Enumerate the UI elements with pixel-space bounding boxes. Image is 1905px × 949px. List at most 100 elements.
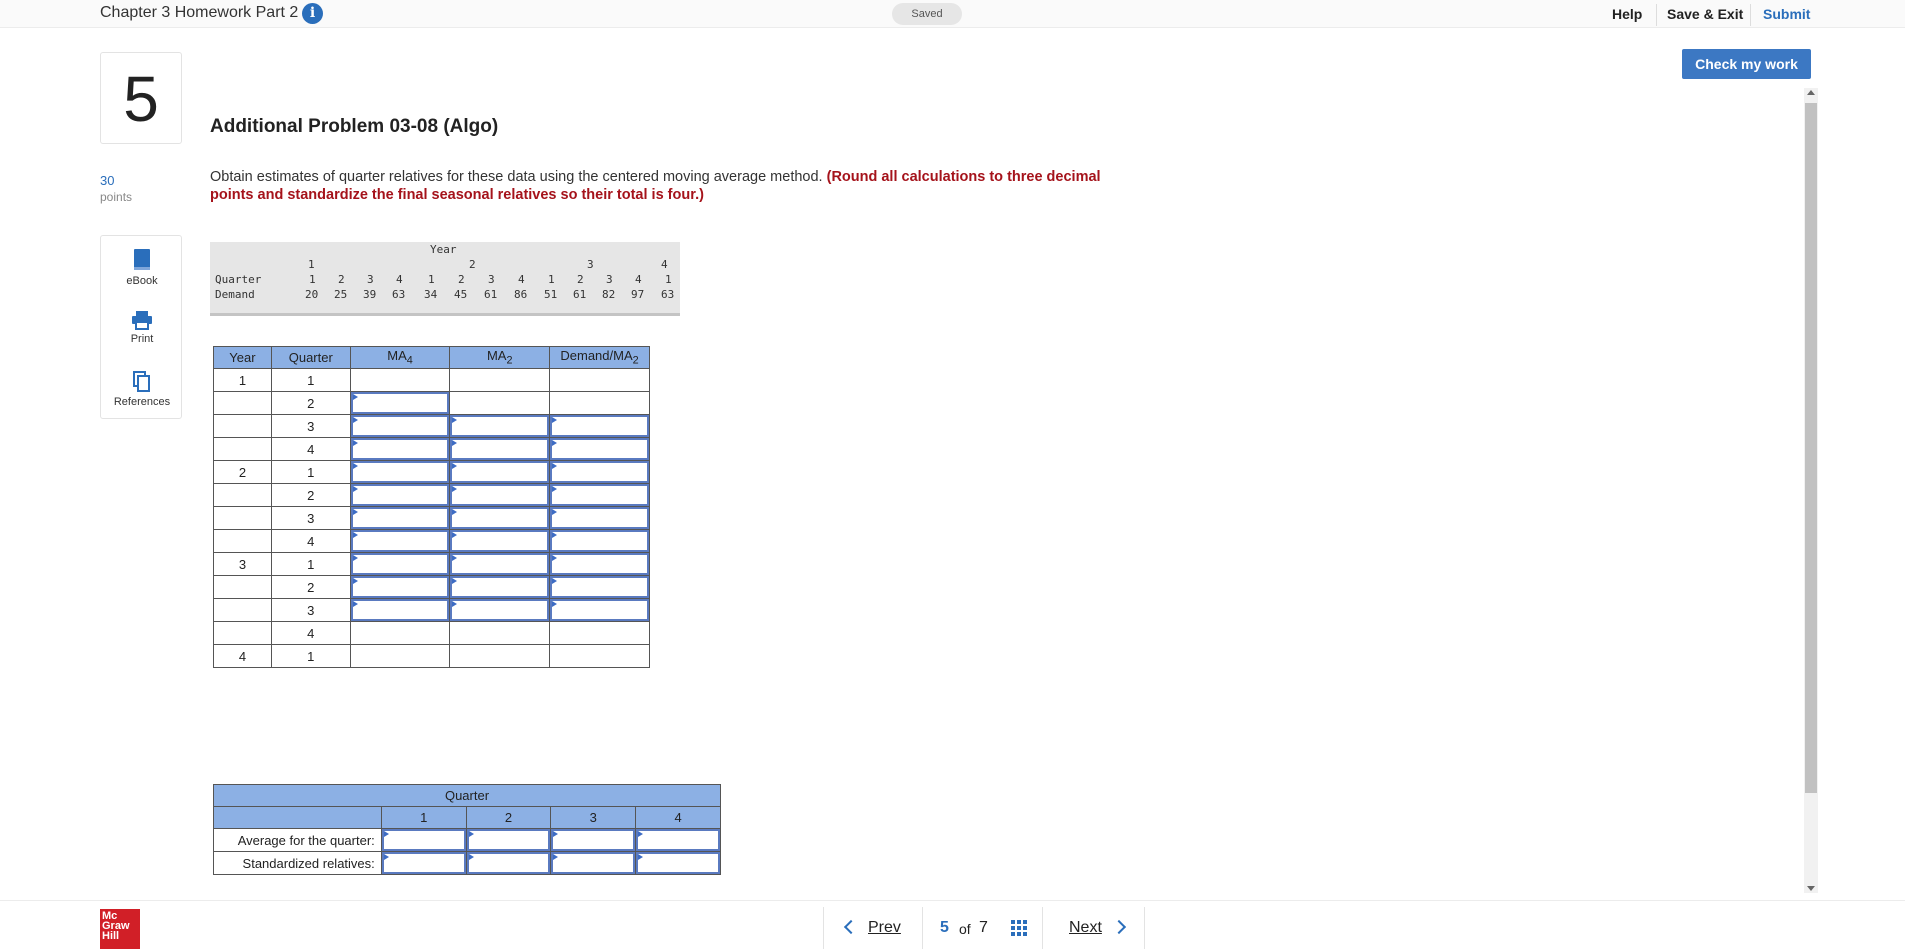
saved-status-badge: Saved	[892, 3, 962, 25]
chapter-title: Chapter 3 Homework Part 2	[100, 4, 299, 21]
scroll-up-arrow-icon[interactable]	[1807, 90, 1815, 95]
empty-cell	[449, 391, 551, 415]
ma2-input[interactable]	[449, 483, 551, 507]
ratio-input[interactable]	[549, 529, 650, 553]
quarter-value: 2	[577, 273, 584, 286]
quarter-cell: 4	[270, 529, 351, 553]
book-icon	[134, 249, 150, 270]
points-value: 30	[100, 173, 115, 188]
points-info: 30 points	[100, 172, 132, 206]
year-cell	[213, 575, 272, 599]
ma2-input[interactable]	[449, 575, 551, 599]
vertical-scrollbar[interactable]	[1804, 88, 1818, 893]
ratio-input[interactable]	[549, 460, 650, 484]
scrollbar-thumb[interactable]	[1805, 103, 1817, 793]
save-exit-link[interactable]: Save & Exit	[1667, 6, 1743, 22]
pagination: Prev 5 of 7 Next	[823, 907, 1145, 949]
ma2-input[interactable]	[449, 598, 551, 622]
ratio-input[interactable]	[549, 575, 650, 599]
scroll-down-arrow-icon[interactable]	[1807, 886, 1815, 891]
quarter-value: 1	[665, 273, 672, 286]
chevron-right-icon[interactable]	[1111, 919, 1127, 935]
year-label: 3	[587, 258, 594, 271]
prev-button[interactable]: Prev	[868, 919, 901, 937]
help-link[interactable]: Help	[1612, 6, 1642, 22]
year-cell	[213, 414, 272, 438]
divider	[1656, 4, 1657, 26]
demand-value: 61	[573, 288, 587, 301]
average-q2-input[interactable]	[465, 828, 552, 852]
table-row: 2	[213, 575, 650, 599]
quarter-4-header: 4	[635, 806, 721, 829]
ma4-input[interactable]	[349, 391, 451, 415]
empty-cell	[549, 644, 650, 668]
table-row: 31	[213, 552, 650, 576]
year-cell: 4	[213, 644, 272, 668]
grid-icon[interactable]	[1011, 920, 1027, 936]
standardized-q2-input[interactable]	[465, 851, 552, 875]
ma2-input[interactable]	[449, 414, 551, 438]
table-row: 4	[213, 437, 650, 461]
ma4-input[interactable]	[349, 598, 451, 622]
average-q1-input[interactable]	[380, 828, 467, 852]
ma4-input[interactable]	[349, 529, 451, 553]
ma2-input[interactable]	[449, 529, 551, 553]
ma2-input[interactable]	[449, 506, 551, 530]
average-q3-input[interactable]	[550, 828, 637, 852]
divider	[1750, 4, 1751, 26]
ma2-input[interactable]	[449, 437, 551, 461]
quarter-group-header: Quarter	[213, 784, 721, 807]
seasonal-relatives-table: Quarter 1 2 3 4 Average for the quarter:…	[213, 784, 721, 875]
average-q4-input[interactable]	[635, 828, 721, 852]
ratio-input[interactable]	[549, 552, 650, 576]
ratio-input[interactable]	[549, 414, 650, 438]
info-icon[interactable]: i	[302, 3, 323, 24]
ma4-input[interactable]	[349, 460, 451, 484]
ratio-input[interactable]	[549, 483, 650, 507]
standardized-q4-input[interactable]	[635, 851, 721, 875]
chevron-left-icon[interactable]	[843, 919, 859, 935]
demand-value: 39	[363, 288, 377, 301]
ma4-input[interactable]	[349, 483, 451, 507]
ma4-input[interactable]	[349, 437, 451, 461]
ma4-input[interactable]	[349, 575, 451, 599]
empty-cell	[349, 368, 451, 392]
empty-cell	[549, 621, 650, 645]
current-page: 5	[940, 919, 949, 936]
instruction-text: Obtain estimates of quarter relatives fo…	[210, 169, 827, 185]
year-label: 2	[469, 258, 476, 271]
quarter-value: 4	[635, 273, 642, 286]
average-row: Average for the quarter:	[213, 828, 721, 852]
ma2-input[interactable]	[449, 460, 551, 484]
quarter-cell: 3	[270, 414, 351, 438]
standardized-q1-input[interactable]	[380, 851, 467, 875]
demand-value: 20	[305, 288, 319, 301]
moving-average-table: Year Quarter MA4 MA2 Demand/MA2 11234212…	[213, 346, 650, 668]
references-button[interactable]: References	[101, 371, 183, 408]
next-button[interactable]: Next	[1069, 919, 1102, 937]
demand-value: 61	[484, 288, 498, 301]
standardized-q3-input[interactable]	[550, 851, 637, 875]
print-button[interactable]: Print	[101, 310, 183, 345]
quarter-value: 3	[367, 273, 374, 286]
empty-cell	[449, 621, 551, 645]
demand-value: 63	[661, 288, 675, 301]
ratio-input[interactable]	[549, 437, 650, 461]
references-icon	[133, 371, 150, 392]
year-cell	[213, 483, 272, 507]
ratio-input[interactable]	[549, 506, 650, 530]
submit-link[interactable]: Submit	[1763, 6, 1810, 22]
demand-row-label: Demand	[215, 288, 255, 301]
ma4-input[interactable]	[349, 414, 451, 438]
ma2-input[interactable]	[449, 552, 551, 576]
ebook-button[interactable]: eBook	[101, 248, 183, 287]
table-row: 2	[213, 391, 650, 415]
of-label: of	[959, 921, 971, 937]
ratio-input[interactable]	[549, 598, 650, 622]
check-my-work-button[interactable]: Check my work	[1682, 49, 1811, 79]
quarter-cell: 1	[270, 644, 351, 668]
ma4-input[interactable]	[349, 552, 451, 576]
ma4-input[interactable]	[349, 506, 451, 530]
quarter-value: 4	[518, 273, 525, 286]
divider	[1042, 907, 1043, 949]
